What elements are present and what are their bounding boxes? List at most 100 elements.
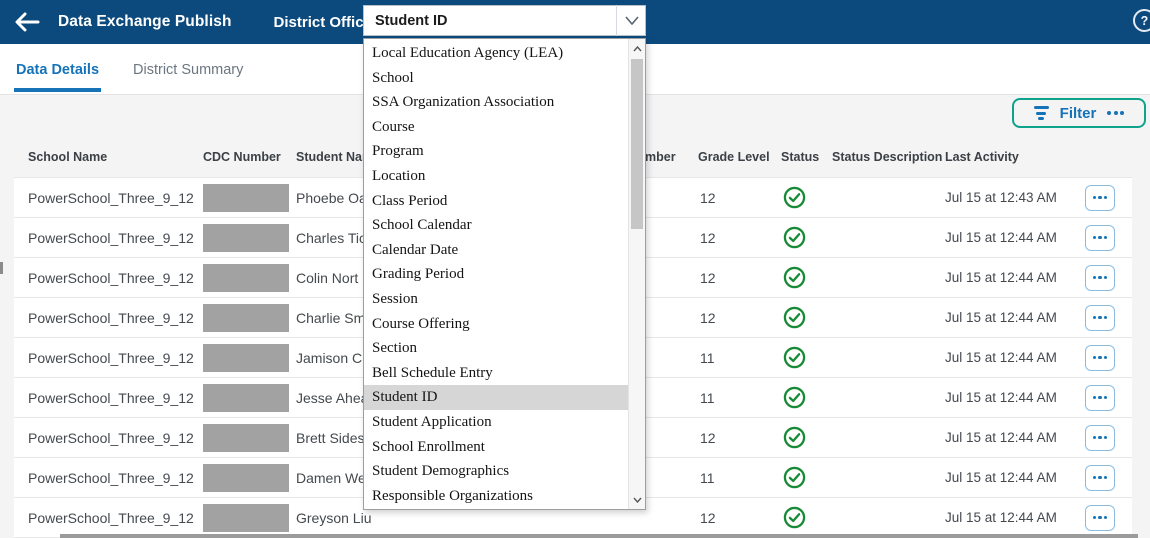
status-success-icon [782,298,806,337]
grade-level-cell: 12 [700,178,716,217]
dropdown-scrollbar-thumb[interactable] [631,59,643,229]
more-options-icon[interactable] [1107,111,1124,115]
last-activity-cell: Jul 15 at 12:44 AM [945,498,1057,537]
dropdown-option-student-demographics[interactable]: Student Demographics [364,459,628,484]
district-label: District Office [274,14,372,31]
grade-level-cell: 12 [700,498,716,537]
cdc-number-redacted [203,424,289,452]
grade-level-cell: 12 [700,218,716,257]
student-name-cell: Jesse Ahea [296,378,368,417]
horizontal-scrollbar[interactable] [60,534,1138,538]
cdc-number-redacted [203,384,289,412]
grade-level-cell: 11 [700,458,715,497]
entity-select-value: Student ID [363,13,616,29]
row-actions-button[interactable] [1085,185,1115,211]
dropdown-option-location[interactable]: Location [364,164,628,189]
dropdown-option-responsible-organizations[interactable]: Responsible Organizations [364,484,628,509]
row-actions-button[interactable] [1085,345,1115,371]
dropdown-option-ssa-org[interactable]: SSA Organization Association [364,90,628,115]
school-name-cell: PowerSchool_Three_9_12 [28,258,194,297]
last-activity-cell: Jul 15 at 12:44 AM [945,338,1057,377]
status-success-icon [782,218,806,257]
dropdown-option-course-offering[interactable]: Course Offering [364,312,628,337]
school-name-cell: PowerSchool_Three_9_12 [28,178,194,217]
student-name-cell: Charlie Sm [296,298,365,337]
dropdown-option-lea[interactable]: Local Education Agency (LEA) [364,41,628,66]
last-activity-cell: Jul 15 at 12:43 AM [945,178,1057,217]
row-actions-button[interactable] [1085,265,1115,291]
column-student-number-partial: mber [645,150,676,164]
status-success-icon [782,338,806,377]
entity-dropdown-list: Local Education Agency (LEA) School SSA … [363,38,646,510]
app-window: Data Exchange Publish District Office ? … [0,0,1150,538]
school-name-cell: PowerSchool_Three_9_12 [28,378,194,417]
student-name-cell: Brett Sides [296,418,364,457]
last-activity-cell: Jul 15 at 12:44 AM [945,298,1057,337]
filter-label: Filter [1060,105,1097,122]
status-success-icon [782,178,806,217]
dropdown-options: Local Education Agency (LEA) School SSA … [364,41,628,508]
dropdown-option-school-calendar[interactable]: School Calendar [364,213,628,238]
student-name-cell: Colin Nort [296,258,358,297]
school-name-cell: PowerSchool_Three_9_12 [28,338,194,377]
column-grade-level: Grade Level [698,150,770,164]
dropdown-option-bell-schedule-entry[interactable]: Bell Schedule Entry [364,361,628,386]
status-success-icon [782,378,806,417]
cdc-number-redacted [203,344,289,372]
dropdown-option-program[interactable]: Program [364,139,628,164]
clipped-edge-element [0,262,3,274]
dropdown-option-student-application[interactable]: Student Application [364,410,628,435]
page-title: Data Exchange Publish [58,13,232,31]
row-actions-button[interactable] [1085,385,1115,411]
dropdown-scrollbar[interactable] [628,39,645,509]
student-name-cell: Charles Tic [296,218,366,257]
dropdown-option-section[interactable]: Section [364,336,628,361]
filter-button[interactable]: Filter [1012,98,1146,128]
cdc-number-redacted [203,224,289,252]
help-icon[interactable]: ? [1133,9,1150,32]
status-success-icon [782,458,806,497]
dropdown-option-session[interactable]: Session [364,287,628,312]
student-name-cell: Greyson Liu [296,498,371,537]
grade-level-cell: 12 [700,258,716,297]
entity-select[interactable]: Student ID [363,5,646,36]
back-button[interactable] [14,9,44,35]
tab-data-details[interactable]: Data Details [14,46,101,92]
row-actions-button[interactable] [1085,305,1115,331]
dropdown-option-school-enrollment[interactable]: School Enrollment [364,435,628,460]
column-status-description: Status Description [832,150,942,164]
last-activity-cell: Jul 15 at 12:44 AM [945,218,1057,257]
school-name-cell: PowerSchool_Three_9_12 [28,458,194,497]
scroll-up-icon[interactable] [629,40,645,57]
student-name-cell: Jamison Ch [296,338,370,377]
dropdown-option-calendar-date[interactable]: Calendar Date [364,238,628,263]
dropdown-option-student-id-selected[interactable]: Student ID [364,385,628,410]
row-actions-button[interactable] [1085,505,1115,531]
status-success-icon [782,498,806,537]
last-activity-cell: Jul 15 at 12:44 AM [945,378,1057,417]
tab-district-summary[interactable]: District Summary [131,46,245,92]
student-name-cell: Damen We [296,458,366,497]
school-name-cell: PowerSchool_Three_9_12 [28,418,194,457]
dropdown-option-school[interactable]: School [364,66,628,91]
school-name-cell: PowerSchool_Three_9_12 [28,498,194,537]
filter-icon [1034,106,1049,120]
dropdown-option-grading-period[interactable]: Grading Period [364,262,628,287]
back-arrow-icon [14,12,40,32]
column-status: Status [781,150,819,164]
column-cdc-number: CDC Number [203,150,281,164]
grade-level-cell: 12 [700,418,716,457]
dropdown-option-class-period[interactable]: Class Period [364,189,628,214]
student-name-cell: Phoebe Oa [296,178,367,217]
grade-level-cell: 11 [700,338,715,377]
row-actions-button[interactable] [1085,465,1115,491]
dropdown-option-course[interactable]: Course [364,115,628,140]
chevron-down-icon[interactable] [616,5,646,36]
cdc-number-redacted [203,504,289,532]
row-actions-button[interactable] [1085,425,1115,451]
row-actions-button[interactable] [1085,225,1115,251]
school-name-cell: PowerSchool_Three_9_12 [28,298,194,337]
grade-level-cell: 12 [700,298,716,337]
cdc-number-redacted [203,264,289,292]
scroll-down-icon[interactable] [629,491,645,508]
